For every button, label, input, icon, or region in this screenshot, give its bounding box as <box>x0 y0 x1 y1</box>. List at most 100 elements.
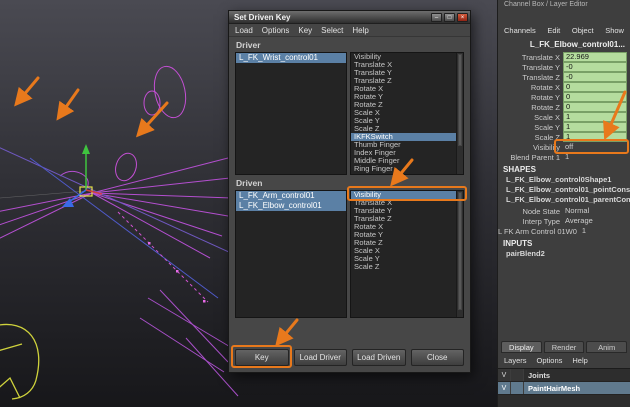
channel-box-panel: Channel Box / Layer Editor Channels Edit O… <box>497 0 630 407</box>
constraint-row: Interp Type Average <box>498 216 630 226</box>
constraint-value-field[interactable]: Average <box>563 216 627 226</box>
constraint-value-field[interactable]: Normal <box>563 206 627 216</box>
driver-object-item[interactable]: L_FK_Wrist_control01 <box>236 53 346 63</box>
constraint-row: Node State Normal <box>498 206 630 216</box>
channel-name: Rotate X <box>498 83 563 92</box>
channel-value-field[interactable]: 1 <box>563 132 627 142</box>
layer-type-cell <box>511 369 524 381</box>
dialog-menubar: Load Options Key Select Help <box>229 24 470 37</box>
channel-name: Scale Y <box>498 123 563 132</box>
dialog-button-row: Key Load Driver Load Driven Close <box>235 349 464 366</box>
channel-name: Scale Z <box>498 133 563 142</box>
shape-node-item[interactable]: L_FK_Elbow_control0Shape1 <box>498 175 630 185</box>
layer-list: V Joints V PaintHairMesh <box>498 368 630 407</box>
channel-row: Rotate X 0 <box>498 82 630 92</box>
dialog-menu-item[interactable]: Help <box>352 26 368 35</box>
driven-object-item[interactable]: L_FK_Elbow_control01 <box>236 201 346 211</box>
channel-row: Translate Y -0 <box>498 62 630 72</box>
dialog-titlebar[interactable]: Set Driven Key – □ × <box>229 11 470 24</box>
constraint-value-field[interactable]: 1 <box>580 226 627 236</box>
minimize-button[interactable]: – <box>431 13 442 22</box>
scrollbar-thumb[interactable] <box>458 192 462 310</box>
layer-row[interactable]: V PaintHairMesh <box>498 382 630 395</box>
shape-node-item[interactable]: L_FK_Elbow_control01_pointConst... <box>498 185 630 195</box>
close-icon[interactable]: × <box>457 13 468 22</box>
channel-value-field[interactable]: 22.969 <box>563 52 627 62</box>
channel-name: Translate Z <box>498 73 563 82</box>
shape-node-item[interactable]: L_FK_Elbow_control01_parentCon... <box>498 195 630 205</box>
channel-box-menu-item[interactable]: Object <box>572 26 594 35</box>
shape-node-list: L_FK_Elbow_control0Shape1L_FK_Elbow_cont… <box>498 175 630 205</box>
shapes-section-header: SHAPES <box>498 165 630 174</box>
set-driven-key-window: Set Driven Key – □ × Load Options Key Selec… <box>228 10 471 373</box>
channel-row: Scale Z 1 <box>498 132 630 142</box>
inputs-section-header: INPUTS <box>498 239 630 248</box>
panel-header: Channel Box / Layer Editor <box>498 1 630 8</box>
channel-box-menu-item[interactable]: Channels <box>504 26 536 35</box>
layer-editor-menu-item[interactable]: Options <box>537 356 563 365</box>
dialog-menu-item[interactable]: Key <box>298 26 312 35</box>
layer-name[interactable]: Joints <box>524 369 630 381</box>
channel-row: Blend Parent 1 1 <box>498 152 630 162</box>
layer-visibility-toggle[interactable]: V <box>498 382 511 394</box>
channel-value-field[interactable]: 1 <box>563 122 627 132</box>
dialog-menu-item[interactable]: Options <box>262 26 290 35</box>
layer-row[interactable]: V Joints <box>498 369 630 382</box>
channel-value-field[interactable]: 0 <box>563 102 627 112</box>
channel-value-field[interactable]: -0 <box>563 62 627 72</box>
input-node-item[interactable]: pairBlend2 <box>498 249 630 259</box>
channel-row: Translate Z -0 <box>498 72 630 82</box>
constraint-attribute-list: Node State Normal Interp Type Average L … <box>498 206 630 236</box>
channel-name: Visibility <box>498 143 563 152</box>
scrollbar-thumb[interactable] <box>458 54 462 146</box>
constraint-name: Interp Type <box>498 217 563 226</box>
maya-application: Channel Box / Layer Editor Channels Edit O… <box>0 0 630 407</box>
channel-name: Blend Parent 1 <box>498 153 563 162</box>
load-driver-button[interactable]: Load Driver <box>294 349 348 366</box>
driver-attribute-scrollbar[interactable] <box>456 53 463 174</box>
driven-section-label: Driven <box>236 178 262 188</box>
channel-name: Rotate Y <box>498 93 563 102</box>
channel-row: Rotate Y 0 <box>498 92 630 102</box>
layer-visibility-toggle[interactable]: V <box>498 369 511 381</box>
channel-value-field[interactable]: 0 <box>563 92 627 102</box>
channel-name: Translate X <box>498 53 563 62</box>
driven-attribute-list: VisibilityTranslate XTranslate YTranslat… <box>350 190 464 318</box>
channel-box-menu-item[interactable]: Edit <box>547 26 560 35</box>
channel-value-field[interactable]: 1 <box>563 152 627 162</box>
constraint-row: L FK Arm Control 01W0 1 <box>498 226 630 236</box>
channel-name: Rotate Z <box>498 103 563 112</box>
layer-editor-menu-item[interactable]: Help <box>572 356 587 365</box>
channel-value-field[interactable]: off <box>563 142 627 152</box>
driver-attribute-list: VisibilityTranslate XTranslate YTranslat… <box>350 52 464 175</box>
key-button[interactable]: Key <box>235 349 289 366</box>
driver-attribute-item[interactable]: Ring Finger <box>351 165 463 173</box>
driven-attribute-scrollbar[interactable] <box>456 191 463 317</box>
channel-row: Visibility off <box>498 142 630 152</box>
layer-editor-tab[interactable]: Anim <box>586 341 627 353</box>
driver-section-label: Driver <box>236 40 261 50</box>
constraint-name: L FK Arm Control 01W0 <box>498 227 580 236</box>
driver-object-list: L_FK_Wrist_control01 <box>235 52 347 175</box>
channel-name: Scale X <box>498 113 563 122</box>
layer-editor-tab[interactable]: Render <box>544 341 585 353</box>
channel-box-menu-item[interactable]: Show <box>605 26 624 35</box>
channel-value-field[interactable]: 0 <box>563 82 627 92</box>
layer-editor-tabs: DisplayRenderAnim <box>501 341 627 353</box>
layer-editor-tab[interactable]: Display <box>501 341 542 353</box>
layer-editor-menu-item[interactable]: Layers <box>504 356 527 365</box>
layer-type-cell <box>511 382 524 394</box>
driven-object-item[interactable]: L_FK_Arm_control01 <box>236 191 346 201</box>
layer-name[interactable]: PaintHairMesh <box>524 382 630 394</box>
driven-attribute-item[interactable]: Scale Z <box>351 263 463 271</box>
dialog-menu-item[interactable]: Select <box>321 26 343 35</box>
channel-value-field[interactable]: -0 <box>563 72 627 82</box>
channel-value-field[interactable]: 1 <box>563 112 627 122</box>
close-button[interactable]: Close <box>411 349 465 366</box>
input-node-list: pairBlend2 <box>498 249 630 259</box>
maximize-button[interactable]: □ <box>444 13 455 22</box>
channel-name: Translate Y <box>498 63 563 72</box>
dialog-menu-item[interactable]: Load <box>235 26 253 35</box>
load-driven-button[interactable]: Load Driven <box>352 349 406 366</box>
layer-editor-menubar: Layers Options Help <box>504 356 588 365</box>
